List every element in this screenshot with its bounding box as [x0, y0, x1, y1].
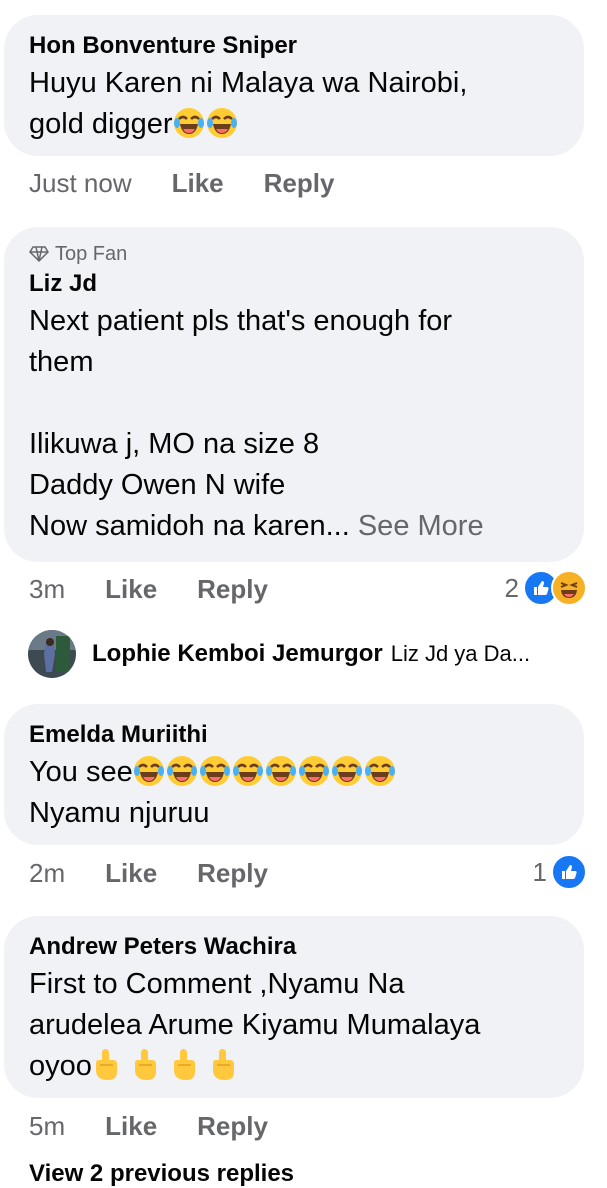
comment-time[interactable]: 3m: [29, 574, 65, 605]
reply-author-name[interactable]: Lophie Kemboi Jemurgor: [92, 640, 383, 668]
haha-reaction-icon: [551, 570, 587, 606]
see-more-link[interactable]: See More: [358, 510, 484, 542]
laughing-tears-icon: [173, 108, 239, 140]
reply-preview-text: Liz Jd ya Da...: [390, 641, 531, 666]
nested-reply-preview[interactable]: Lophie Kemboi Jemurgor Liz Jd ya Da...: [28, 630, 530, 678]
like-button[interactable]: Like: [172, 168, 224, 199]
commenter-name[interactable]: Emelda Muriithi: [29, 718, 558, 752]
comment-text: Next patient pls that's enough for them …: [29, 305, 484, 542]
comment-meta: 2m Like Reply: [29, 858, 268, 889]
reply-button[interactable]: Reply: [264, 168, 335, 199]
comment-bubble: Top Fan Liz Jd Next patient pls that's e…: [4, 227, 584, 562]
comment-bubble: Emelda Muriithi You see Nyamu njuruu: [4, 704, 584, 845]
comment-meta: Just now Like Reply: [29, 168, 334, 199]
view-previous-replies-link[interactable]: View 2 previous replies: [29, 1160, 294, 1188]
like-button[interactable]: Like: [105, 1111, 157, 1142]
reaction-count: 1: [532, 856, 547, 887]
comment-text: You see Nyamu njuruu: [29, 752, 558, 834]
reply-button[interactable]: Reply: [197, 574, 268, 605]
top-fan-badge: Top Fan: [29, 241, 558, 267]
comment-time[interactable]: 2m: [29, 858, 65, 889]
laughing-tears-icon: [133, 756, 397, 788]
comment-meta: 5m Like Reply: [29, 1111, 268, 1142]
comment-meta: 3m Like Reply: [29, 574, 268, 605]
top-fan-label: Top Fan: [55, 243, 128, 265]
reply-button[interactable]: Reply: [197, 858, 268, 889]
like-thumb-icon: [551, 854, 587, 890]
pointing-finger-icon: [92, 1049, 248, 1082]
comment-bubble: Andrew Peters Wachira First to Comment ,…: [4, 916, 584, 1098]
comment-bubble: Hon Bonventure Sniper Huyu Karen ni Mala…: [4, 15, 584, 156]
commenter-name[interactable]: Liz Jd: [29, 267, 558, 301]
reaction-summary[interactable]: 2: [505, 570, 587, 606]
like-button[interactable]: Like: [105, 858, 157, 889]
diamond-icon: [29, 246, 49, 262]
comment-text: First to Comment ,Nyamu Na arudelea Arum…: [29, 968, 481, 1082]
comment-time[interactable]: Just now: [29, 168, 132, 199]
avatar[interactable]: [28, 630, 76, 678]
reaction-count: 2: [504, 572, 519, 603]
comment-text: Huyu Karen ni Malaya wa Nairobi, gold di…: [29, 67, 468, 140]
commenter-name[interactable]: Andrew Peters Wachira: [29, 930, 558, 964]
reply-button[interactable]: Reply: [197, 1111, 268, 1142]
like-button[interactable]: Like: [105, 574, 157, 605]
reaction-summary[interactable]: 1: [533, 854, 587, 890]
comment-time[interactable]: 5m: [29, 1111, 65, 1142]
commenter-name[interactable]: Hon Bonventure Sniper: [29, 29, 558, 63]
